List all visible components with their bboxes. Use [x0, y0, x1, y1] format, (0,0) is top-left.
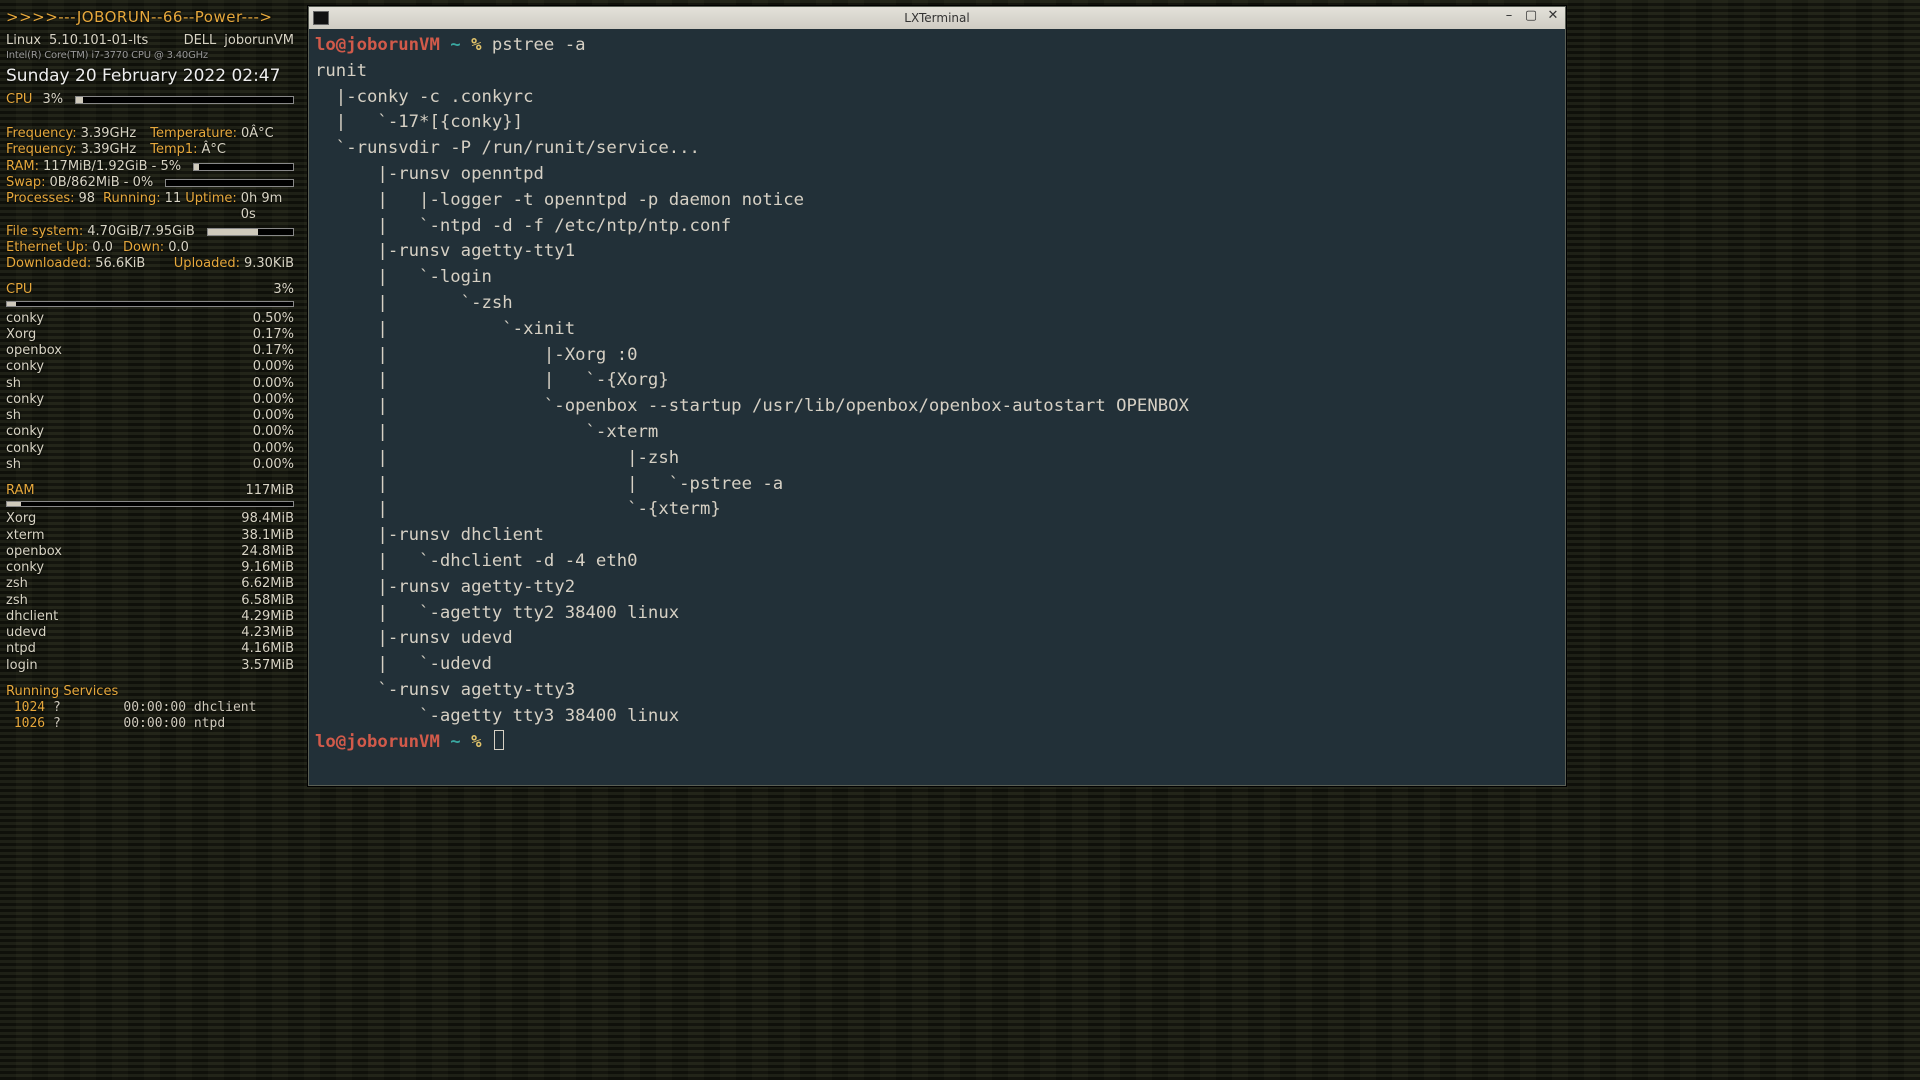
ram-process-row: zsh6.62MiB: [6, 576, 294, 592]
conky-title: >>>>---JOBORUN--66--Power--->: [6, 8, 294, 27]
freq-temp1-row: Frequency: 3.39GHz Temp1: Â°C: [6, 142, 294, 158]
ram-row: RAM: 117MiB/1.92GiB - 5%: [6, 159, 294, 175]
fs-row: File system: 4.70GiB/7.95GiB: [6, 224, 294, 240]
proc-uptime-row: Processes: 98 Running: 11 Uptime: 0h 9m …: [6, 191, 294, 224]
service-row: 1026 ? 00:00:00 ntpd: [6, 716, 294, 732]
minimize-button[interactable]: –: [1501, 9, 1517, 25]
prompt-symbol: %: [471, 35, 481, 55]
cpu-process-row: conky0.00%: [6, 359, 294, 375]
cpu-process-row: conky0.00%: [6, 441, 294, 457]
swap-bar: [165, 179, 294, 187]
cpu-process-row: conky0.00%: [6, 424, 294, 440]
eth-row: Ethernet Up: 0.0 Down: 0.0: [6, 240, 294, 256]
ram-process-row: ntpd4.16MiB: [6, 641, 294, 657]
fs-bar: [207, 228, 294, 236]
cpu-process-row: conky0.00%: [6, 392, 294, 408]
ram-bar: [193, 163, 294, 171]
ram-process-row: login3.57MiB: [6, 658, 294, 674]
cpu-section-bar: [6, 301, 294, 307]
command-text: pstree -a: [492, 35, 586, 55]
cpu-process-row: conky0.50%: [6, 311, 294, 327]
cpu-section-header: CPU 3%: [6, 282, 294, 298]
terminal-window[interactable]: LXTerminal – ▢ ✕ lo@joborunVM ~ % pstree…: [308, 6, 1566, 786]
service-row: 1024 ? 00:00:00 dhclient: [6, 700, 294, 716]
cpu-process-row: Xorg0.17%: [6, 327, 294, 343]
cpu-usage-row: CPU 3%: [6, 92, 294, 108]
prompt-path: ~: [450, 35, 460, 55]
ram-process-row: dhclient4.29MiB: [6, 609, 294, 625]
ram-process-row: openbox24.8MiB: [6, 544, 294, 560]
ram-process-row: zsh6.58MiB: [6, 593, 294, 609]
close-button[interactable]: ✕: [1545, 9, 1561, 25]
conky-panel: >>>>---JOBORUN--66--Power---> Linux 5.10…: [6, 8, 294, 733]
cpu-process-row: sh0.00%: [6, 408, 294, 424]
freq-temp-row: Frequency: 3.39GHz Temperature: 0Â°C: [6, 126, 294, 142]
cpu-process-row: openbox0.17%: [6, 343, 294, 359]
cpu-process-row: sh0.00%: [6, 457, 294, 473]
ram-process-row: xterm38.1MiB: [6, 528, 294, 544]
datetime: Sunday 20 February 2022 02:47: [6, 66, 294, 87]
ram-process-row: udevd4.23MiB: [6, 625, 294, 641]
ram-process-row: conky9.16MiB: [6, 560, 294, 576]
window-titlebar[interactable]: LXTerminal – ▢ ✕: [309, 7, 1565, 29]
ram-process-row: Xorg98.4MiB: [6, 511, 294, 527]
ram-section-bar: [6, 501, 294, 507]
ram-process-list: Xorg98.4MiBxterm38.1MiBopenbox24.8MiBcon…: [6, 511, 294, 674]
terminal-body[interactable]: lo@joborunVM ~ % pstree -a runit |-conky…: [309, 29, 1565, 785]
terminal-icon: [313, 11, 329, 25]
cursor: [494, 730, 504, 750]
netio-row: Downloaded: 56.6KiB Uploaded: 9.30KiB: [6, 256, 294, 272]
ram-section-header: RAM 117MiB: [6, 483, 294, 499]
swap-row: Swap: 0B/862MiB - 0%: [6, 175, 294, 191]
cpu-process-list: conky0.50%Xorg0.17%openbox0.17%conky0.00…: [6, 311, 294, 474]
cpu-process-row: sh0.00%: [6, 376, 294, 392]
kernel-line: Linux 5.10.101-01-lts DELL joborunVM: [6, 33, 294, 49]
maximize-button[interactable]: ▢: [1523, 9, 1539, 25]
cpu-model-line: Intel(R) Core(TM) i7-3770 CPU @ 3.40GHz: [6, 50, 294, 63]
services-list: 1024 ? 00:00:00 dhclient 1026 ? 00:00:00…: [6, 700, 294, 733]
services-header: Running Services: [6, 684, 294, 700]
prompt-user: lo@joborunVM: [315, 35, 440, 55]
cpu-usage-bar: [75, 96, 294, 104]
pstree-output: runit |-conky -c .conkyrc | `-17*[{conky…: [315, 61, 1189, 726]
window-title: LXTerminal: [309, 11, 1565, 25]
